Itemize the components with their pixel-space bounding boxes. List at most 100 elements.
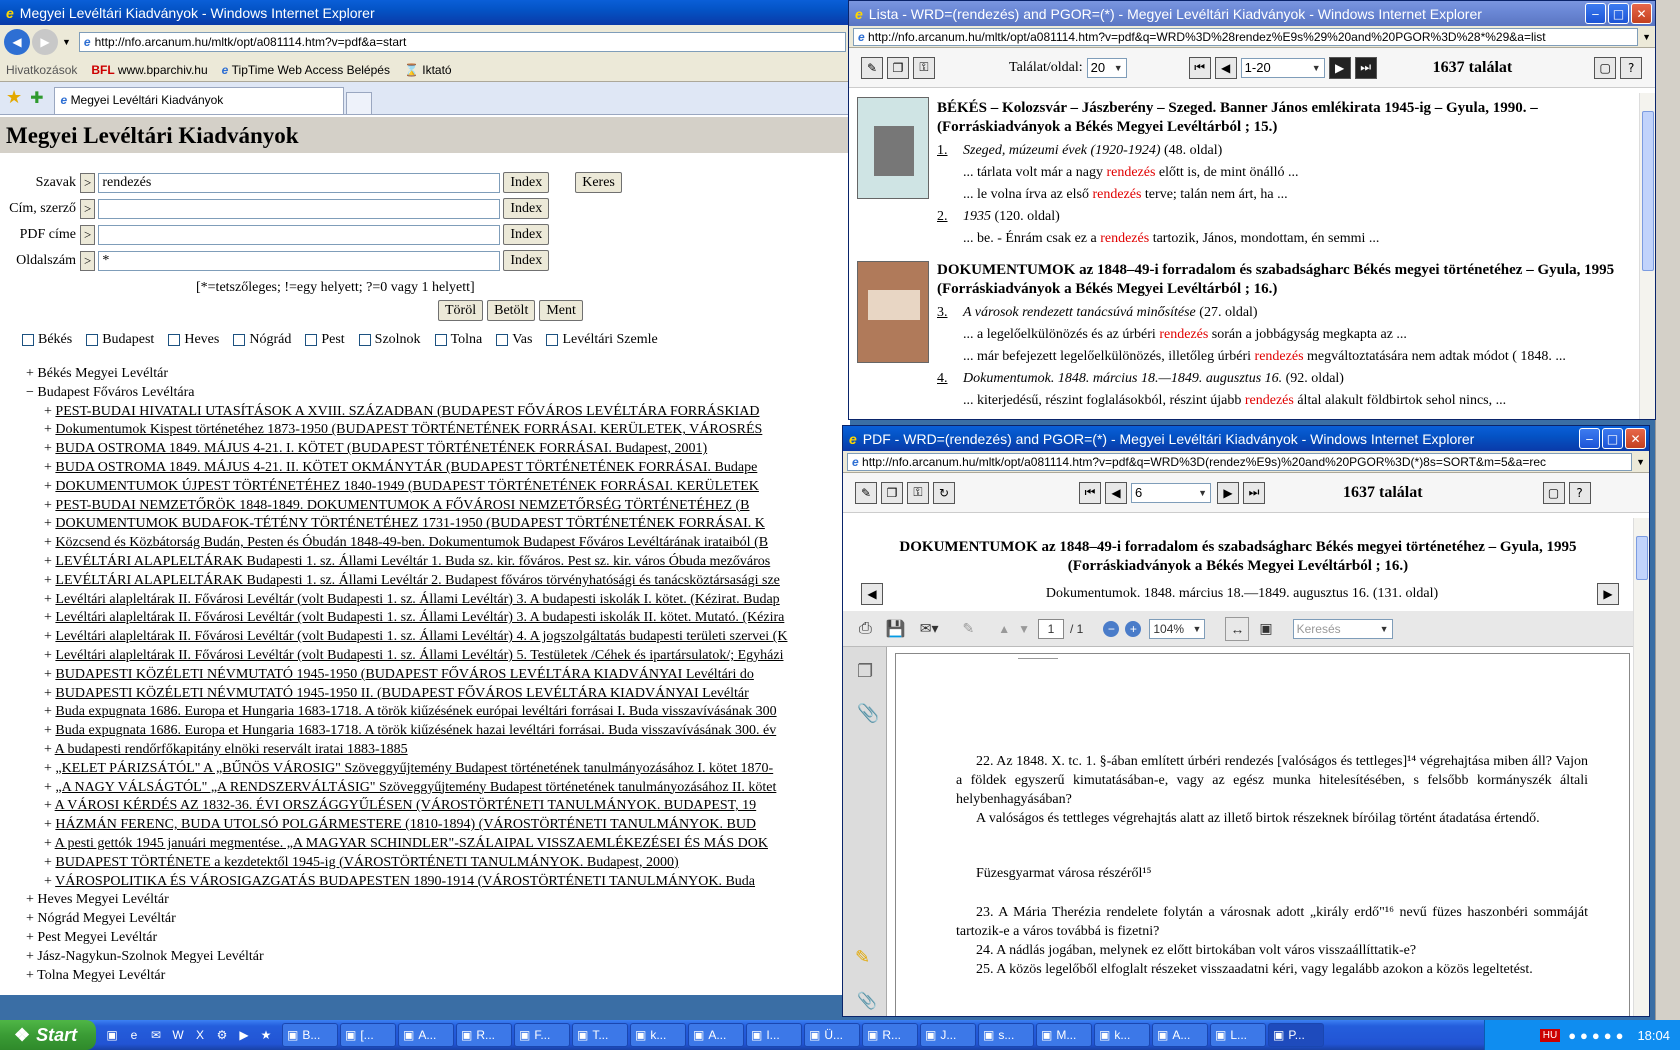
help-icon[interactable]: ?	[1620, 56, 1643, 79]
operator-button[interactable]: >	[80, 198, 96, 219]
taskbar-window-button[interactable]: ▣ A...	[1152, 1023, 1208, 1047]
attach-icon[interactable]: 📎	[857, 991, 877, 1011]
hit-number-link[interactable]: 2.	[937, 206, 963, 228]
taskbar-window-button[interactable]: ▣ Ü...	[804, 1023, 860, 1047]
publication-link[interactable]: BUDA OSTROMA 1849. MÁJUS 4-21. II. KÖTET…	[55, 460, 757, 475]
tree-child-item[interactable]: + A VÁROSI KÉRDÉS AZ 1832-36. ÉVI ORSZÁG…	[26, 797, 787, 816]
checkbox-box[interactable]	[434, 334, 447, 346]
tree-node[interactable]: + Nógrád Megyei Levéltár	[26, 910, 787, 929]
refresh-icon[interactable]: ↻	[933, 481, 955, 504]
checkbox-box[interactable]	[358, 334, 371, 346]
county-checkbox[interactable]: Nógrád	[233, 332, 291, 348]
publication-link[interactable]: LEVÉLTÁRI ALAPLELTÁRAK Budapesti 1. sz. …	[55, 554, 770, 569]
taskbar-window-button[interactable]: ▣ A...	[688, 1023, 744, 1047]
taskbar-window-button[interactable]: ▣ P...	[1268, 1023, 1324, 1047]
index-button[interactable]: Index	[503, 224, 550, 245]
plus-icon[interactable]: +	[44, 554, 52, 569]
hit-chapter-title[interactable]: A városok rendezett tanácsúvá minősítése	[963, 305, 1196, 320]
county-checkbox[interactable]: Vas	[496, 332, 532, 348]
favorites-star-icon[interactable]: ★	[6, 87, 22, 108]
share-icon[interactable]: ✉▾	[920, 620, 939, 637]
pdf-cime-input[interactable]	[98, 224, 501, 245]
plus-icon[interactable]: +	[44, 874, 52, 889]
plus-icon[interactable]: +	[44, 648, 52, 663]
checkbox-box[interactable]	[168, 334, 181, 346]
quicklaunch-icon[interactable]: ▣	[102, 1025, 122, 1045]
plus-icon[interactable]: +	[44, 535, 52, 550]
lock-icon[interactable]: ⚿	[907, 481, 929, 504]
plus-icon[interactable]: +	[44, 441, 52, 456]
lock-icon[interactable]: ⚿	[913, 56, 935, 79]
taskbar-window-button[interactable]: ▣ k...	[1094, 1023, 1150, 1047]
copy-icon[interactable]: ❐	[881, 481, 903, 504]
taskbar-window-button[interactable]: ▣ F...	[514, 1023, 570, 1047]
checkbox-box[interactable]	[233, 334, 246, 346]
quicklaunch-icon[interactable]: ★	[256, 1025, 276, 1045]
cim-szerzo-input[interactable]	[98, 198, 501, 219]
taskbar-window-button[interactable]: ▣ s...	[978, 1023, 1034, 1047]
load-button[interactable]: Betölt	[487, 300, 536, 321]
minimize-button[interactable]: ‒	[1585, 3, 1606, 24]
oldalszam-input[interactable]: *	[98, 250, 501, 271]
main-address-bar[interactable]: e http://nfo.arcanum.hu/mltk/opt/a081114.…	[78, 31, 846, 52]
plus-icon[interactable]: +	[44, 742, 52, 757]
fit-width-icon[interactable]: ↔	[1225, 616, 1250, 641]
tray-icons[interactable]: ●●●●●	[1568, 1028, 1627, 1043]
expand-toggle-icon[interactable]: +	[26, 892, 34, 907]
address-dropdown-icon[interactable]: ▼	[1636, 457, 1645, 467]
pages-panel-icon[interactable]: ❐	[857, 661, 873, 682]
taskbar-window-button[interactable]: ▣ R...	[456, 1023, 512, 1047]
quicklaunch-icon[interactable]: e	[124, 1025, 144, 1045]
szavak-input[interactable]: rendezés	[98, 172, 501, 193]
expand-toggle-icon[interactable]: +	[26, 930, 34, 945]
plus-icon[interactable]: +	[44, 836, 52, 851]
publication-link[interactable]: BUDAPESTI KÖZÉLETI NÉVMUTATÓ 1945-1950 I…	[55, 686, 748, 701]
publication-link[interactable]: PEST-BUDAI NEMZETŐRÖK 1848-1849. DOKUMEN…	[55, 498, 749, 513]
plus-icon[interactable]: +	[44, 573, 52, 588]
last-record-icon[interactable]: ⏭	[1243, 481, 1265, 504]
hit-chapter-title[interactable]: Dokumentumok. 1848. március 18.—1849. au…	[963, 371, 1282, 386]
taskbar-window-button[interactable]: ▣ J...	[920, 1023, 976, 1047]
prev-chapter-icon[interactable]: ◀	[861, 583, 883, 605]
checkbox-box[interactable]	[305, 334, 318, 346]
quicklaunch-icon[interactable]: X	[190, 1025, 210, 1045]
taskbar-window-button[interactable]: ▣ [...	[340, 1023, 396, 1047]
tree-node[interactable]: + Jász-Nagykun-Szolnok Megyei Levéltár	[26, 948, 787, 967]
publication-link[interactable]: HÁZMÁN FERENC, BUDA UTOLSÓ POLGÁRMESTERE…	[55, 817, 756, 832]
expand-toggle-icon[interactable]: +	[26, 911, 34, 926]
tree-child-item[interactable]: + BUDA OSTROMA 1849. MÁJUS 4-21. II. KÖT…	[26, 459, 787, 478]
book-title[interactable]: DOKUMENTUMOK az 1848–49-i forradalom és …	[937, 261, 1627, 299]
prev-page-icon[interactable]: ◀	[1214, 56, 1237, 79]
marker-icon[interactable]: ✎	[861, 56, 883, 79]
fav-link-iktato[interactable]: ⌛ Iktató	[404, 63, 452, 77]
save-disk-icon[interactable]: 💾	[886, 619, 906, 639]
next-record-icon[interactable]: ▶	[1217, 481, 1239, 504]
publication-link[interactable]: PEST-BUDAI HIVATALI UTASÍTÁSOK A XVIII. …	[55, 404, 759, 419]
search-button[interactable]: Keres	[575, 172, 622, 193]
pdf-titlebar[interactable]: e PDF - WRD=(rendezés) and PGOR=(*) - Me…	[843, 426, 1649, 451]
pdf-scrollbar[interactable]	[1633, 518, 1649, 1016]
hit-number-link[interactable]: 1.	[937, 140, 963, 162]
tree-node[interactable]: + Tolna Megyei Levéltár	[26, 967, 787, 986]
publication-link[interactable]: BUDAPESTI KÖZÉLETI NÉVMUTATÓ 1945-1950 (…	[55, 667, 753, 682]
publication-link[interactable]: DOKUMENTUMOK ÚJPEST TÖRTÉNETÉHEZ 1840-19…	[55, 479, 759, 494]
taskbar-window-button[interactable]: ▣ B...	[282, 1023, 338, 1047]
plus-icon[interactable]: +	[44, 686, 52, 701]
plus-icon[interactable]: +	[44, 855, 52, 870]
quicklaunch-icon[interactable]: ⚙	[212, 1025, 232, 1045]
plus-icon[interactable]: +	[44, 629, 52, 644]
taskbar-window-button[interactable]: ▣ R...	[862, 1023, 918, 1047]
index-button[interactable]: Index	[503, 172, 550, 193]
tree-child-item[interactable]: + BUDAPESTI KÖZÉLETI NÉVMUTATÓ 1945-1950…	[26, 666, 787, 685]
publication-link[interactable]: Levéltári alapleltárak II. Fővárosi Levé…	[55, 629, 787, 644]
comments-icon[interactable]: ✎	[855, 947, 870, 968]
expand-toggle-icon[interactable]: +	[26, 949, 34, 964]
tree-child-item[interactable]: + PEST-BUDAI NEMZETŐRÖK 1848-1849. DOKUM…	[26, 497, 787, 516]
checkbox-box[interactable]	[496, 334, 509, 346]
add-favorite-icon[interactable]: ✚	[30, 88, 43, 108]
reader-search-input[interactable]: Keresés ▼	[1292, 618, 1393, 639]
next-chapter-icon[interactable]: ▶	[1597, 583, 1619, 605]
lista-address-bar[interactable]: e http://nfo.arcanum.hu/mltk/opt/a081114…	[853, 27, 1639, 46]
tree-child-item[interactable]: + Közcsend és Közbátorság Budán, Pesten …	[26, 534, 787, 553]
book-cover-1[interactable]	[857, 97, 929, 199]
